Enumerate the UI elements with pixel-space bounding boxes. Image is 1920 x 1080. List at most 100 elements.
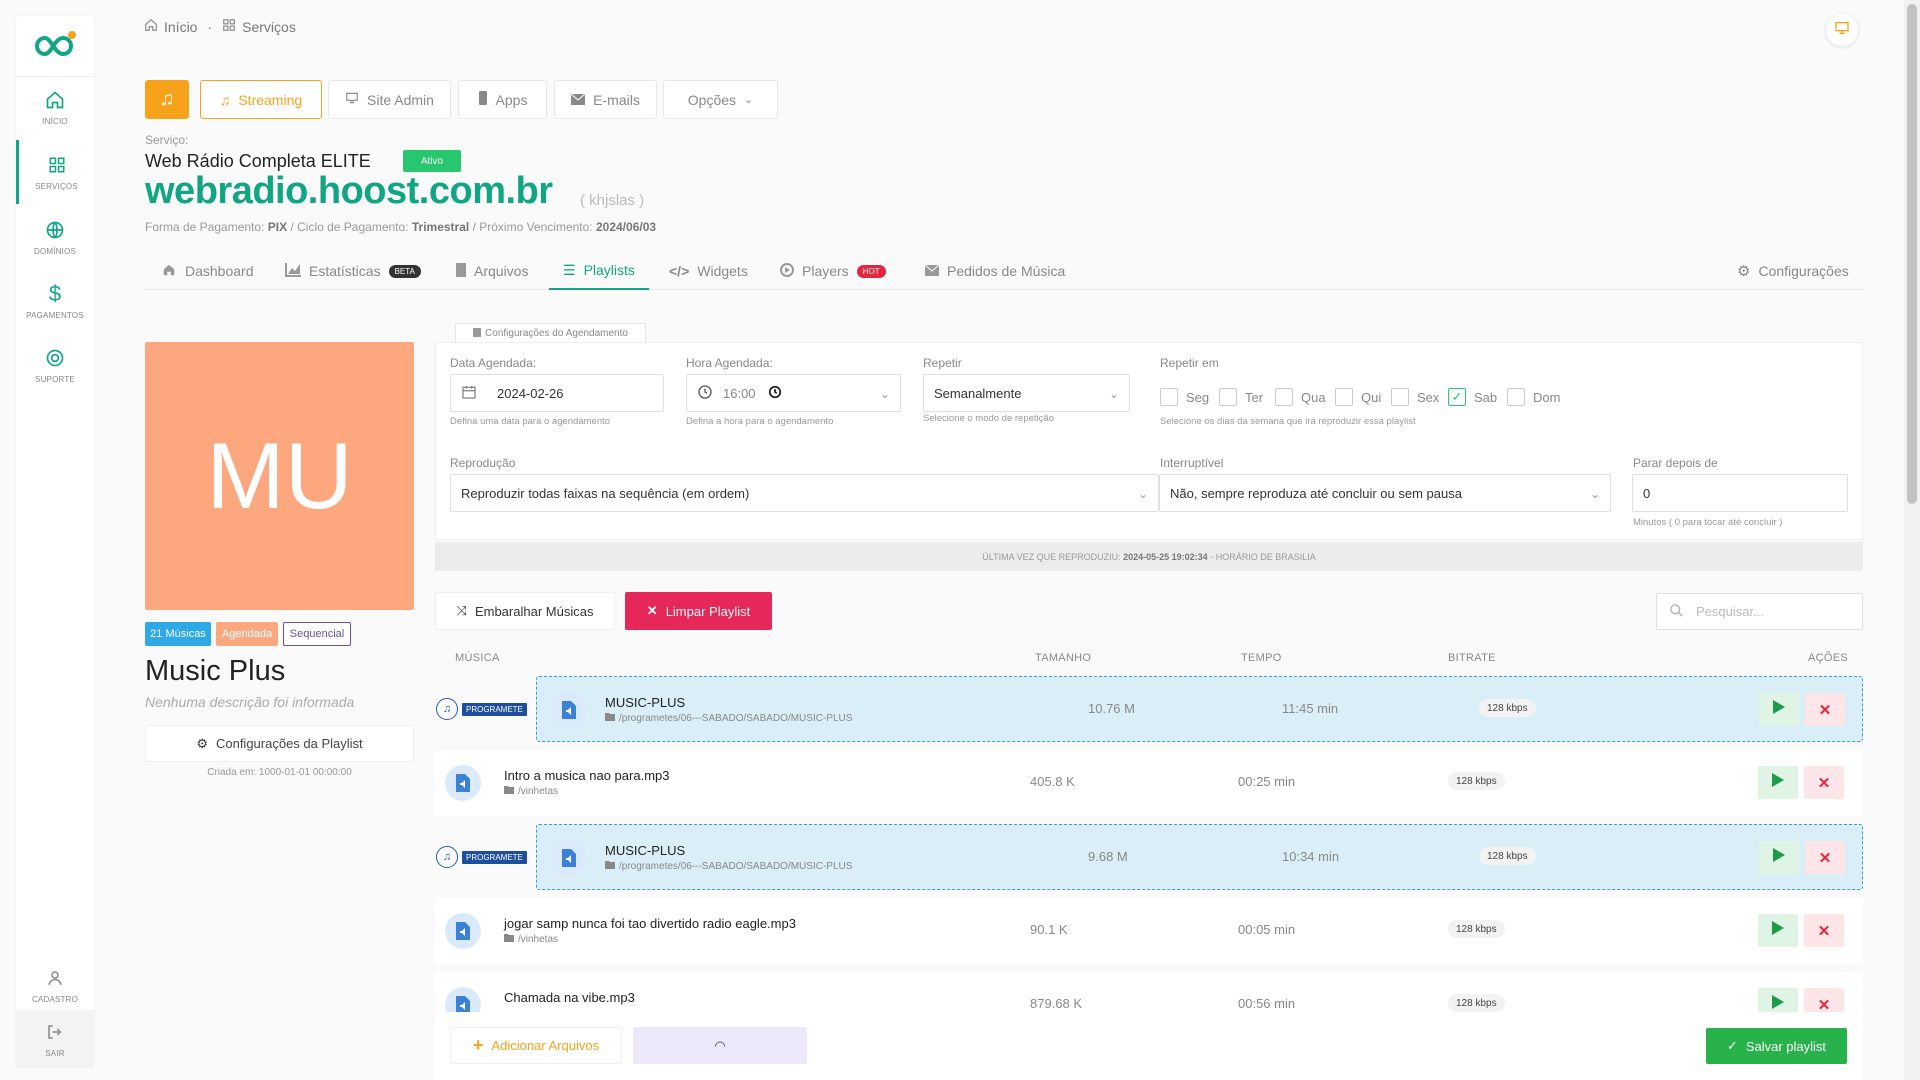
day-qui[interactable]: Qui [1335, 388, 1381, 406]
checkbox[interactable] [1335, 388, 1353, 406]
day-dom[interactable]: Dom [1507, 388, 1560, 406]
track-bitrate: 128 kbps [1479, 699, 1536, 717]
play-button[interactable] [1758, 766, 1798, 799]
repeat-select[interactable]: Semanalmente ⌄ [923, 374, 1130, 412]
globe-icon [44, 219, 66, 241]
streaming-label: Streaming [238, 91, 303, 108]
sidebar-item-pagamentos[interactable]: $ PAGAMENTOS [16, 272, 94, 330]
streaming-button[interactable]: ♫ Streaming [200, 80, 322, 119]
tab-arquivos[interactable]: Arquivos [456, 252, 528, 290]
play-button[interactable] [1759, 841, 1799, 874]
loading-button[interactable]: ◠ [633, 1027, 807, 1064]
clear-playlist-button[interactable]: ✕ Limpar Playlist [625, 592, 772, 630]
playlist-created: Criada em: 1000-01-01 00:00:00 [207, 767, 352, 778]
table-row[interactable]: MUSIC-PLUS/programetes/06---SABADO/SABAD… [536, 676, 1863, 742]
add-files-button[interactable]: + Adicionar Arquivos [450, 1027, 622, 1064]
stop-after-input[interactable]: 0 [1632, 474, 1848, 512]
sidebar-item-suporte[interactable]: SUPORTE [16, 336, 94, 394]
scrollbar-thumb[interactable] [1907, 4, 1917, 504]
time-label: Hora Agendada: [686, 356, 773, 370]
tab-configuracoes[interactable]: ⚙ Configurações [1737, 252, 1849, 290]
tab-label: Dashboard [185, 263, 254, 279]
track-bitrate: 128 kbps [1448, 994, 1505, 1012]
checkbox[interactable] [1219, 388, 1237, 406]
interrupt-value: Não, sempre reproduza até concluir ou se… [1170, 485, 1462, 501]
logo[interactable] [30, 24, 80, 68]
remove-button[interactable]: ✕ [1804, 766, 1844, 799]
col-bitrate: BITRATE [1448, 652, 1496, 664]
tab-players[interactable]: Players HOT [780, 252, 886, 290]
play-button[interactable] [1759, 693, 1799, 726]
playback-select[interactable]: Reproduzir todas faixas na sequência (em… [450, 474, 1159, 512]
sidebar-item-cadastro[interactable]: CADASTRO [16, 956, 94, 1014]
site-admin-button[interactable]: Site Admin [328, 80, 451, 119]
checkbox[interactable] [1507, 388, 1525, 406]
day-ter[interactable]: Ter [1219, 388, 1263, 406]
sidebar-label: SAIR [45, 1048, 65, 1058]
playback-value: Reproduzir todas faixas na sequência (em… [461, 485, 750, 501]
date-field[interactable]: 2024-02-26 [450, 374, 664, 412]
service-tabs: Dashboard Estatísticas BETA Arquivos ☰ P… [145, 252, 1863, 290]
apps-button[interactable]: Apps [458, 80, 547, 119]
play-icon [1773, 700, 1785, 719]
opcoes-dropdown[interactable]: Opções ⌄ [663, 80, 778, 119]
tab-estatisticas[interactable]: Estatísticas BETA [285, 252, 421, 290]
sidebar-item-inicio[interactable]: INÍCIO [16, 78, 94, 136]
sidebar-item-dominios[interactable]: DOMÍNIOS [16, 208, 94, 266]
programete-tag: PROGRAMETE [462, 850, 527, 864]
shuffle-button[interactable]: ⤨ Embaralhar Músicas [435, 592, 615, 630]
col-music: MÚSICA [455, 652, 500, 664]
opcoes-label: Opções [687, 91, 737, 108]
checkbox[interactable] [1160, 388, 1178, 406]
music-button[interactable]: ♫ [145, 80, 189, 119]
audio-file-icon [445, 913, 481, 949]
day-sex[interactable]: Sex [1391, 388, 1439, 406]
status-badge: Ativo [403, 150, 461, 172]
emails-button[interactable]: E-mails [554, 80, 657, 119]
breadcrumb-current[interactable]: Serviços [242, 19, 296, 35]
table-row[interactable]: Intro a musica nao para.mp3/vinhetas 405.… [435, 750, 1863, 816]
programete-marker: ♫ PROGRAMETE [436, 698, 527, 720]
checkbox-checked[interactable]: ✓ [1448, 388, 1466, 406]
day-seg[interactable]: Seg [1160, 388, 1209, 406]
envelope-icon [924, 263, 940, 279]
play-button[interactable] [1758, 914, 1798, 947]
hot-badge: HOT [856, 264, 886, 278]
day-sab[interactable]: ✓ Sab [1448, 388, 1497, 406]
sidebar-item-sair[interactable]: SAIR [16, 1010, 94, 1068]
playlist-config-button[interactable]: ⚙ Configurações da Playlist [145, 725, 414, 762]
music-note-icon: ♫ [219, 91, 231, 108]
remove-button[interactable]: ✕ [1804, 914, 1844, 947]
sidebar-item-servicos[interactable]: SERVIÇOS [16, 140, 94, 204]
breadcrumb-home[interactable]: Início [164, 19, 197, 35]
monitor-button[interactable] [1826, 14, 1858, 46]
tab-dashboard[interactable]: Dashboard [161, 252, 254, 290]
service-domain[interactable]: webradio.hoost.com.br [145, 170, 553, 213]
schedule-config-tab[interactable]: Configurações do Agendamento [455, 323, 646, 343]
tab-playlists[interactable]: ☰ Playlists [549, 252, 649, 290]
interrupt-select[interactable]: Não, sempre reproduza até concluir ou se… [1159, 474, 1611, 512]
table-row[interactable]: MUSIC-PLUS/programetes/06---SABADO/SABAD… [536, 824, 1863, 890]
music-note-icon: ♫ [436, 698, 458, 720]
day-qua[interactable]: Qua [1275, 388, 1326, 406]
sidebar-label: DOMÍNIOS [33, 246, 77, 256]
track-name: jogar samp nunca foi tao divertido radio… [504, 916, 796, 931]
sidebar: INÍCIO SERVIÇOS DOMÍNIOS $ PAGAMENTOS SU… [16, 16, 94, 1068]
track-time: 10:34 min [1282, 849, 1340, 864]
calendar-icon [461, 384, 477, 403]
checkbox[interactable] [1275, 388, 1293, 406]
save-playlist-button[interactable]: ✓ Salvar playlist [1706, 1028, 1847, 1064]
tab-widgets[interactable]: </> Widgets [669, 252, 748, 290]
tab-label: Widgets [697, 263, 748, 279]
time-field[interactable]: 16:00 ⌄ [686, 374, 901, 412]
table-row[interactable]: jogar samp nunca foi tao divertido radio… [435, 898, 1863, 964]
playlist-name: Music Plus [145, 655, 286, 687]
remove-button[interactable]: ✕ [1805, 693, 1845, 726]
search-input[interactable]: Pesquisar... [1656, 593, 1863, 630]
pay-value: PIX [267, 220, 288, 234]
remove-button[interactable]: ✕ [1805, 841, 1845, 874]
checkbox[interactable] [1391, 388, 1409, 406]
playlist-config-label: Configurações da Playlist [215, 736, 363, 751]
tab-pedidos[interactable]: Pedidos de Música [924, 252, 1065, 290]
track-size: 9.68 M [1088, 849, 1128, 864]
